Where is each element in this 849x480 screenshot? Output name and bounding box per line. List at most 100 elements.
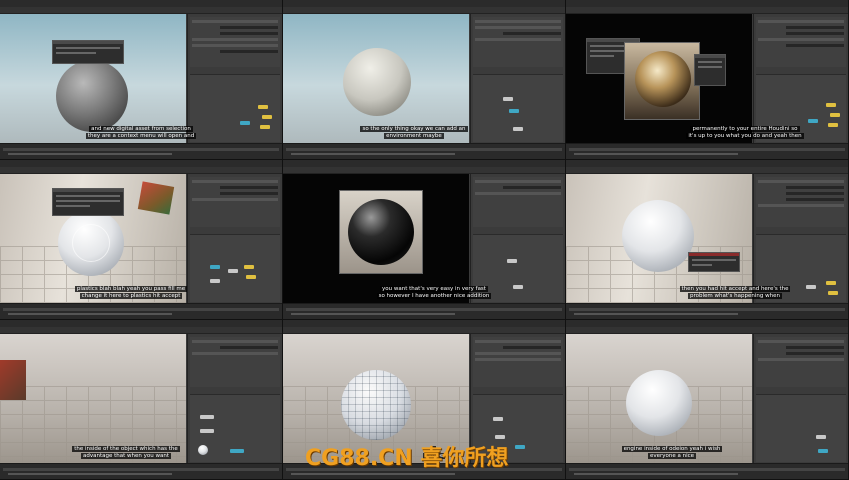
network-node-icon[interactable] xyxy=(507,259,517,263)
subtitle: then you had hit accept and here's the p… xyxy=(626,286,844,300)
subtitle-line-2: so however I have another nice addition xyxy=(376,293,492,299)
parameter-pane[interactable] xyxy=(756,337,846,387)
network-node-icon[interactable] xyxy=(210,279,220,283)
subtitle: the inside of the object which has the a… xyxy=(60,446,192,460)
timeline-bar[interactable] xyxy=(566,303,848,319)
towel-object xyxy=(0,360,26,400)
parameter-pane[interactable] xyxy=(756,17,846,67)
shelf-toolbar[interactable] xyxy=(566,7,848,22)
subtitle-line-1: engine inside of odeion yeah i wish xyxy=(621,446,723,452)
sphere-preview-icon xyxy=(56,60,128,132)
frame-5: you want that's very easy in very fast s… xyxy=(283,160,566,320)
network-node-icon[interactable] xyxy=(246,275,256,279)
sphere-preview-icon xyxy=(635,51,691,107)
parameter-pane[interactable] xyxy=(756,177,846,227)
network-node-icon[interactable] xyxy=(818,449,828,453)
network-node-icon[interactable] xyxy=(210,265,220,269)
network-editor[interactable] xyxy=(190,234,280,302)
shelf-toolbar[interactable] xyxy=(0,167,282,182)
sphere-preview-icon xyxy=(622,200,694,272)
network-node-icon[interactable] xyxy=(513,285,523,289)
subtitle: so the only thing okay we can add an env… xyxy=(353,126,475,140)
option-dialog[interactable] xyxy=(694,54,726,86)
scene-viewport[interactable] xyxy=(0,174,186,304)
network-node-icon[interactable] xyxy=(258,105,268,109)
sphere-preview-icon xyxy=(626,370,692,436)
scene-viewport[interactable] xyxy=(283,174,469,304)
timeline-bar[interactable] xyxy=(566,143,848,159)
subtitle: permanently to your entire Houdini so it… xyxy=(646,126,844,140)
side-panel xyxy=(470,174,565,304)
parameter-pane[interactable] xyxy=(473,177,563,227)
network-node-icon[interactable] xyxy=(503,97,513,101)
network-editor[interactable] xyxy=(473,74,563,142)
network-editor[interactable] xyxy=(190,394,280,462)
subtitle-line-1: so the only thing okay we can add an xyxy=(360,126,468,132)
timeline-bar[interactable] xyxy=(0,143,282,159)
towel-object xyxy=(137,181,175,215)
side-panel xyxy=(470,14,565,144)
scene-viewport[interactable] xyxy=(566,14,752,144)
context-dialog[interactable] xyxy=(52,40,124,64)
timeline-bar[interactable] xyxy=(283,303,565,319)
parameter-pane[interactable] xyxy=(473,337,563,387)
scene-viewport[interactable] xyxy=(566,334,752,464)
subtitle-line-2: advantage that when you want xyxy=(80,453,171,459)
scene-viewport[interactable] xyxy=(566,174,752,304)
network-node-icon[interactable] xyxy=(513,127,523,131)
shelf-toolbar[interactable] xyxy=(0,7,282,22)
frame-7: the inside of the object which has the a… xyxy=(0,320,283,480)
network-node-icon[interactable] xyxy=(244,265,254,269)
subtitle-line-2: everyone a nice xyxy=(647,453,697,459)
frame-6: then you had hit accept and here's the p… xyxy=(566,160,849,320)
subtitle-line-1: permanently to your entire Houdini so xyxy=(690,126,800,132)
shelf-toolbar[interactable] xyxy=(566,327,848,342)
shelf-toolbar[interactable] xyxy=(283,7,565,22)
environment-preview xyxy=(624,42,700,120)
scene-viewport[interactable] xyxy=(0,334,186,464)
parameter-pane[interactable] xyxy=(190,177,280,227)
sphere-preview-icon xyxy=(348,199,414,265)
parameter-pane[interactable] xyxy=(190,17,280,67)
timeline-bar[interactable] xyxy=(0,303,282,319)
network-editor[interactable] xyxy=(756,394,846,462)
timeline-bar[interactable] xyxy=(566,463,848,479)
shelf-toolbar[interactable] xyxy=(283,167,565,182)
network-node-icon[interactable] xyxy=(495,435,505,439)
network-node-icon[interactable] xyxy=(826,103,836,107)
site-watermark: CG88.CN 喜你所想 xyxy=(305,446,509,471)
network-node-icon[interactable] xyxy=(262,115,272,119)
parameter-pane[interactable] xyxy=(473,17,563,67)
network-node-icon[interactable] xyxy=(509,109,519,113)
side-panel xyxy=(753,14,848,144)
parameter-pane[interactable] xyxy=(190,337,280,387)
error-dialog[interactable] xyxy=(688,252,740,272)
material-dialog[interactable] xyxy=(52,188,124,216)
subtitle: and new digital asset from selection the… xyxy=(4,126,278,140)
network-node-icon[interactable] xyxy=(240,121,250,125)
network-node-icon[interactable] xyxy=(230,449,244,453)
scene-viewport[interactable] xyxy=(283,14,469,144)
network-node-icon[interactable] xyxy=(515,445,525,449)
network-node-icon[interactable] xyxy=(830,113,840,117)
network-node-icon[interactable] xyxy=(200,415,214,419)
transform-handle[interactable] xyxy=(72,224,110,262)
network-node-icon[interactable] xyxy=(228,269,238,273)
network-node-icon[interactable] xyxy=(493,417,503,421)
subtitle-line-2: change it here to plastics hit accept xyxy=(79,293,183,299)
side-panel xyxy=(753,334,848,464)
network-node-icon[interactable] xyxy=(200,429,214,433)
timeline-bar[interactable] xyxy=(0,463,282,479)
subtitle-line-2: problem what's happening when xyxy=(688,293,782,299)
shelf-toolbar[interactable] xyxy=(0,327,282,342)
scene-viewport[interactable] xyxy=(0,14,186,144)
subtitle-line-1: plastics blah blah yeah you pass fill me xyxy=(74,286,188,292)
network-node-icon[interactable] xyxy=(816,435,826,439)
network-node-icon[interactable] xyxy=(826,281,836,285)
subtitle-line-2: they are a context menu will open and xyxy=(85,133,197,139)
shelf-toolbar[interactable] xyxy=(566,167,848,182)
side-panel xyxy=(753,174,848,304)
shelf-toolbar[interactable] xyxy=(283,327,565,342)
timeline-bar[interactable] xyxy=(283,143,565,159)
network-node-icon[interactable] xyxy=(808,119,818,123)
